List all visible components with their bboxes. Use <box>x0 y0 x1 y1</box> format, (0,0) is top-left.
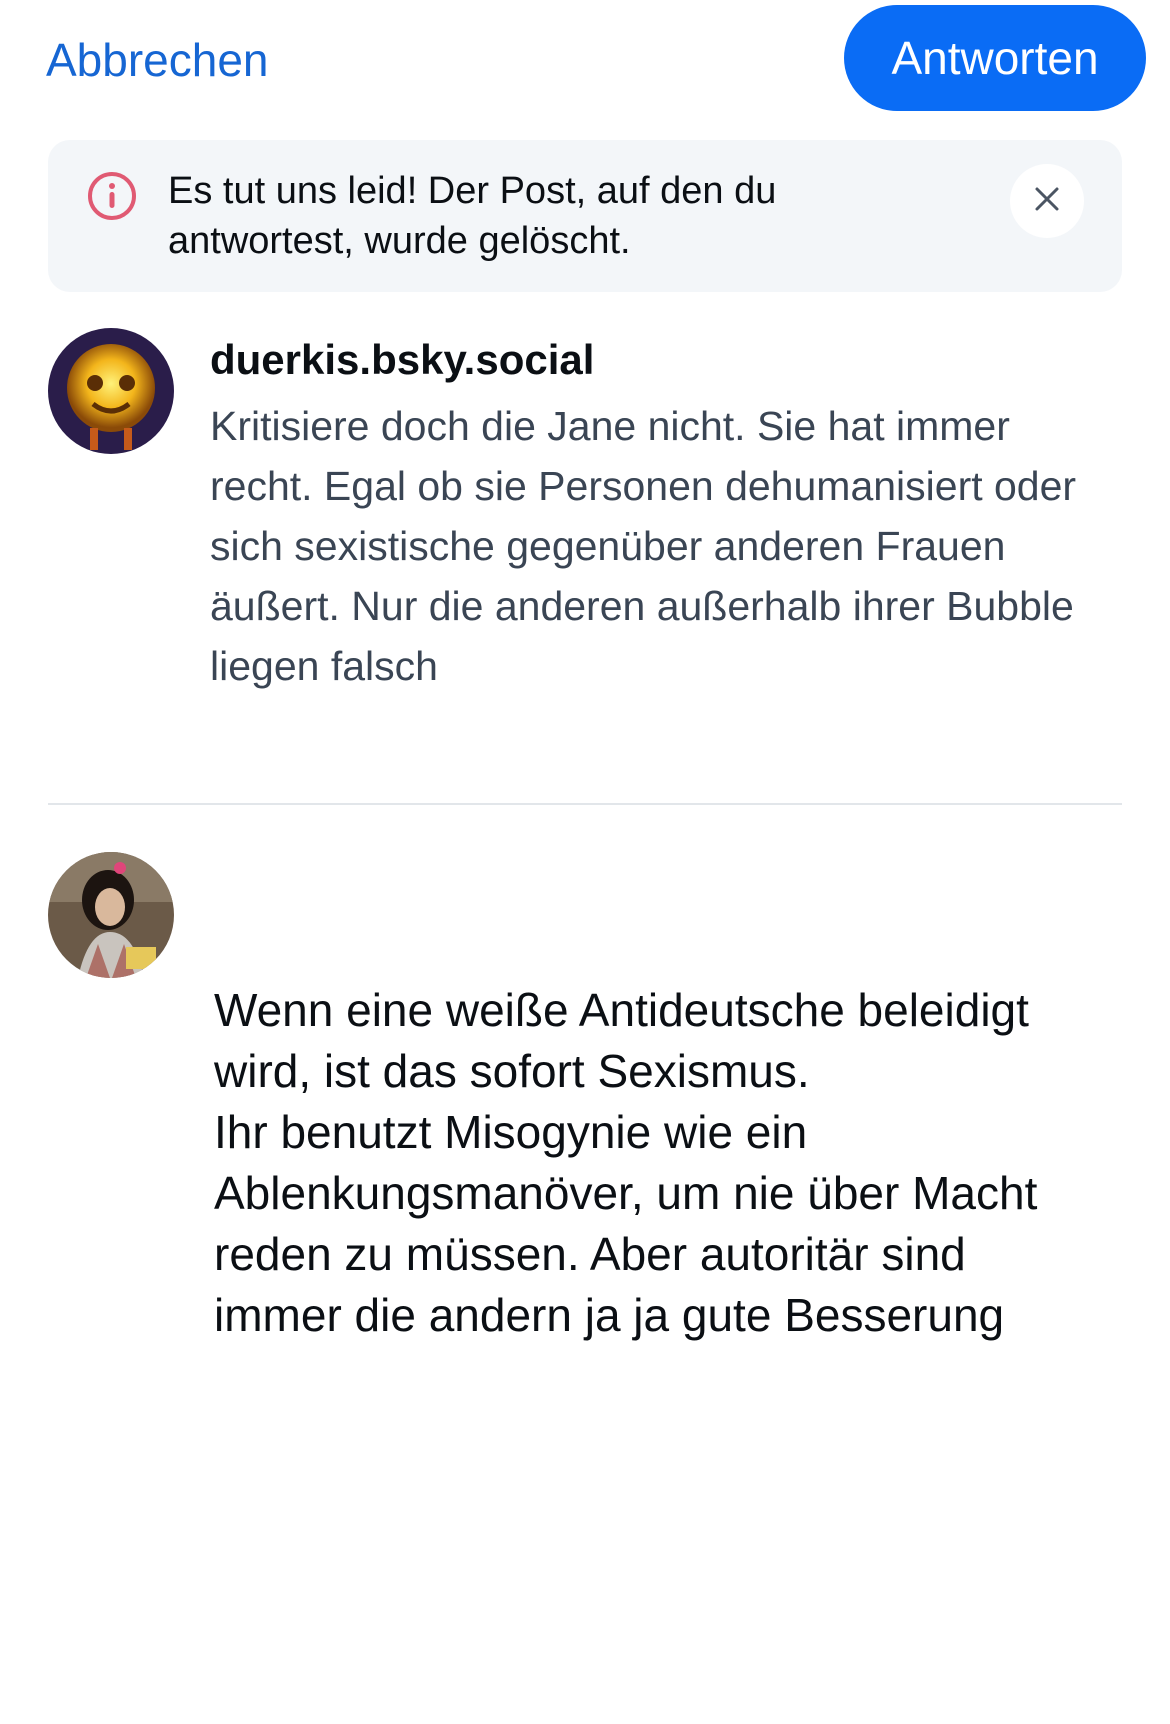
cancel-button[interactable]: Abbrechen <box>46 30 269 90</box>
reply-button[interactable]: Antworten <box>844 5 1146 111</box>
deleted-post-notice: Es tut uns leid! Der Post, auf den du an… <box>48 140 1122 292</box>
post-author-handle[interactable]: duerkis.bsky.social <box>210 332 594 388</box>
divider <box>48 803 1122 805</box>
post-text: Kritisiere doch die Jane nicht. Sie hat … <box>210 403 1077 689</box>
close-notice-button[interactable] <box>1010 164 1084 238</box>
avatar[interactable] <box>48 328 174 454</box>
notice-text: Es tut uns leid! Der Post, auf den du an… <box>168 170 777 262</box>
close-icon <box>1032 184 1062 219</box>
info-circle-icon <box>86 170 138 222</box>
avatar[interactable] <box>48 852 174 978</box>
reply-text-input[interactable]: Wenn eine weiße Antideutsche beleidigt w… <box>214 980 1094 1346</box>
top-bar: Abbrechen Antworten <box>0 0 1170 120</box>
